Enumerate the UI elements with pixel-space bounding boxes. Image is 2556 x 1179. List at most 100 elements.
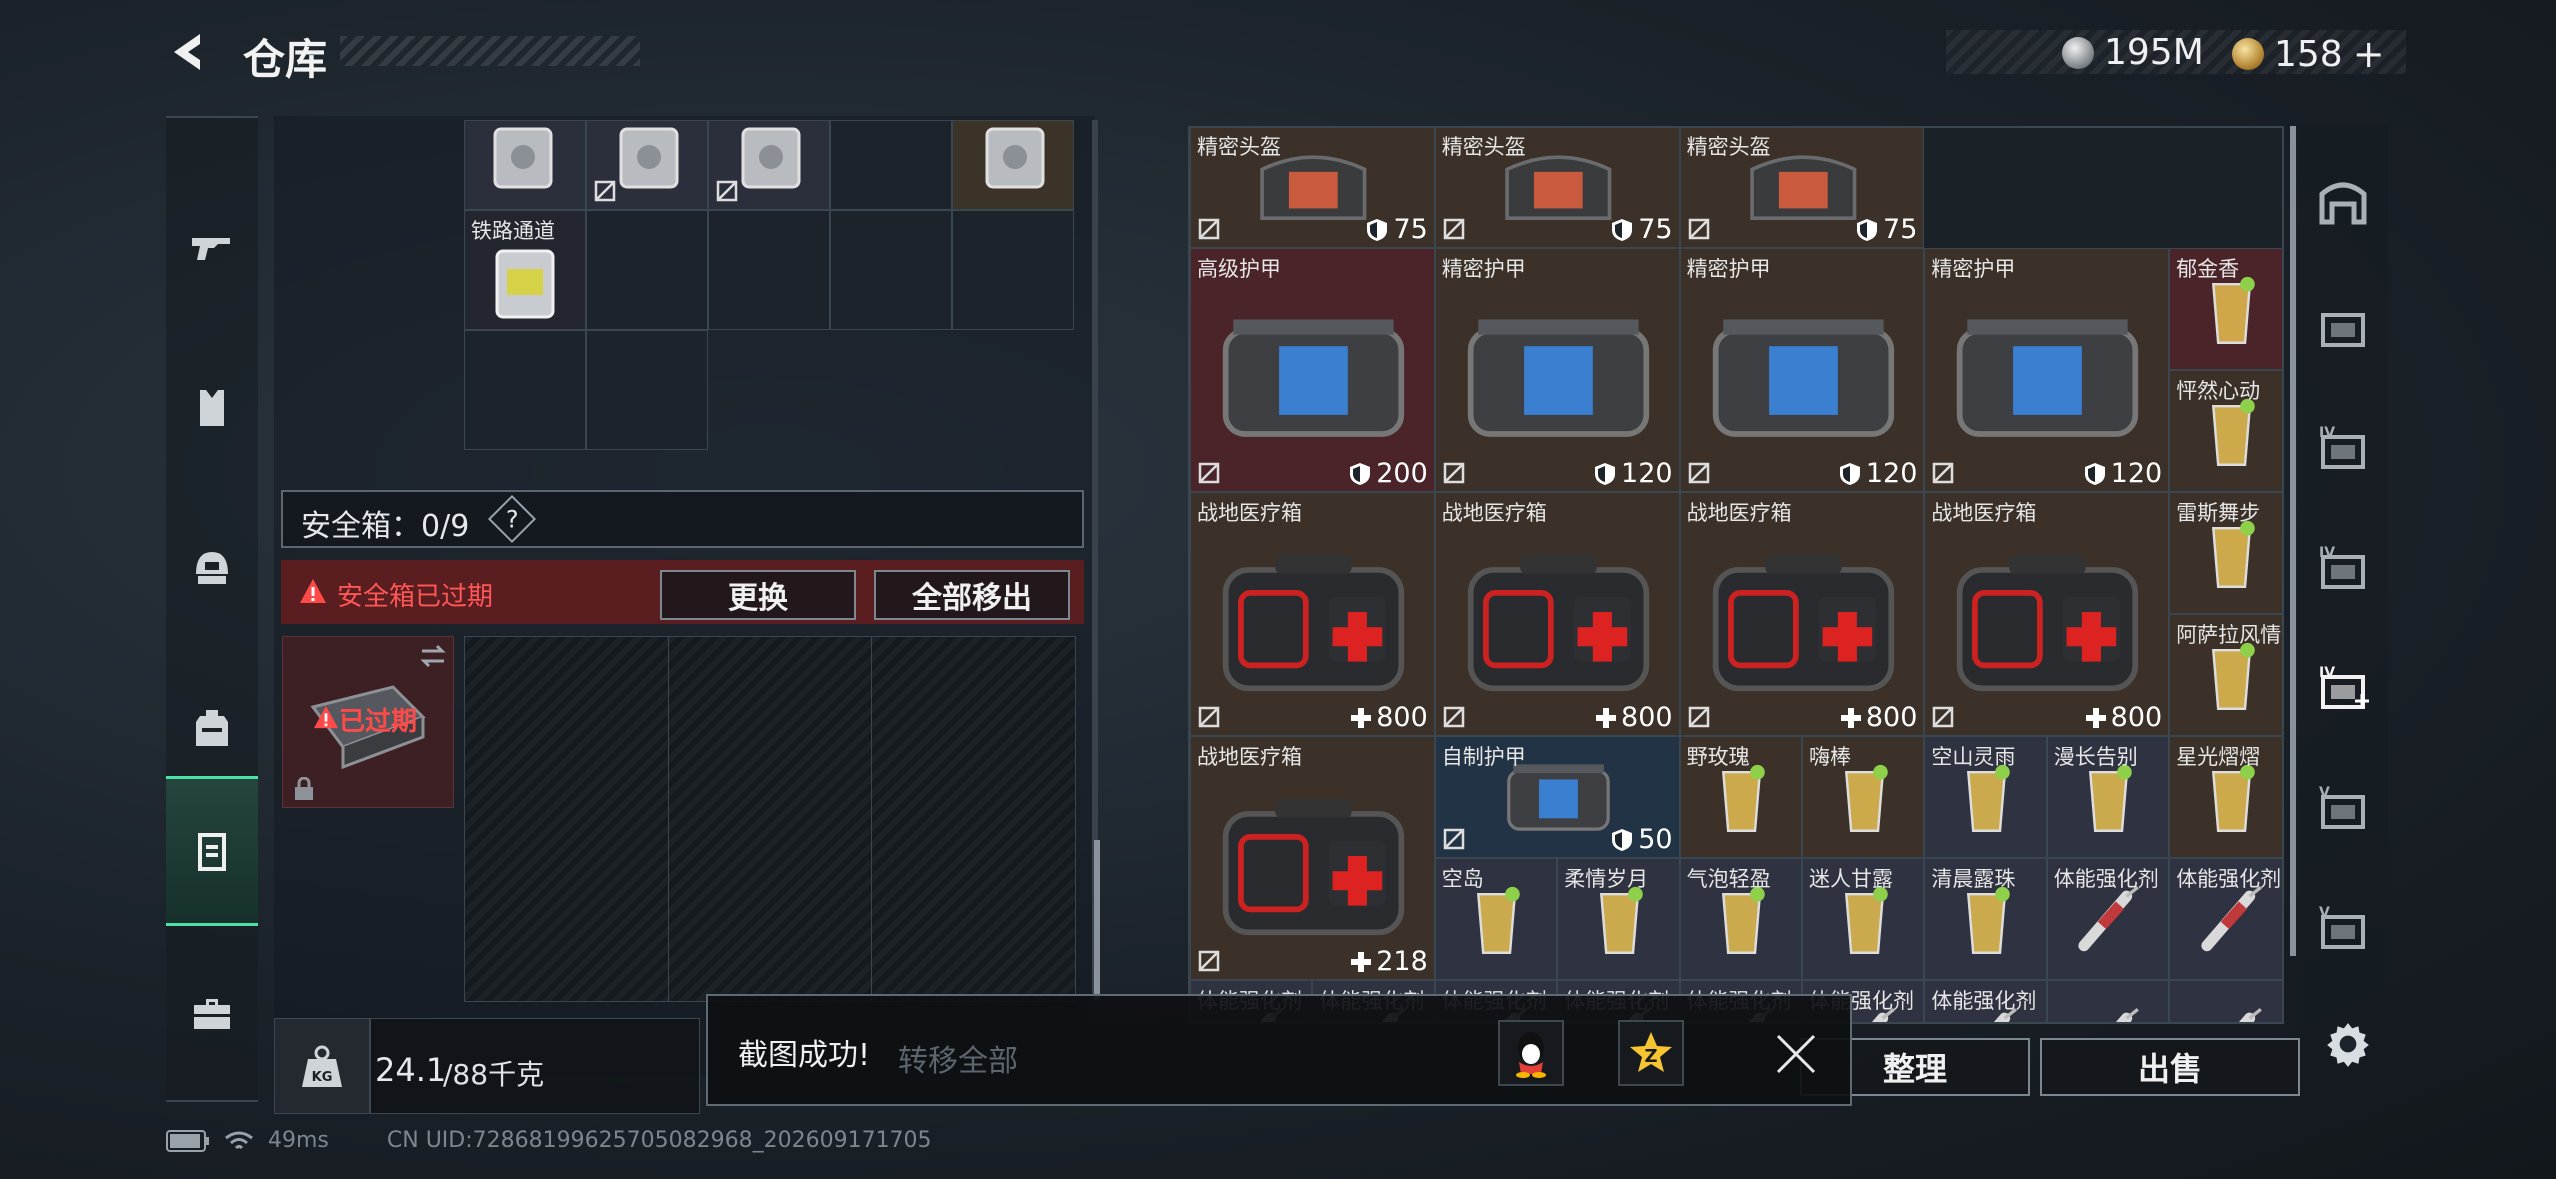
warehouse-scroll-thumb[interactable] — [2290, 126, 2296, 956]
warehouse-item[interactable]: 精密头盔 75 — [1190, 128, 1435, 248]
stash-item-railway[interactable]: 铁路通道 — [464, 210, 586, 330]
move-all-out-button[interactable]: 全部移出 — [874, 570, 1070, 620]
warehouse-item[interactable]: 郁金香 — [2169, 248, 2282, 370]
stash-tab-v-1-icon: V — [2315, 781, 2371, 841]
add-currency-icon[interactable]: + — [2353, 32, 2385, 76]
warehouse-item[interactable]: 自制护甲 50 — [1434, 736, 1680, 858]
swap-icon — [420, 644, 446, 668]
safebox-slot[interactable]: 已过期 — [282, 636, 454, 808]
gold-amount: 158 — [2274, 33, 2343, 75]
back-button[interactable] — [166, 28, 214, 76]
share-qq-button[interactable] — [1498, 1020, 1564, 1086]
warehouse-item[interactable]: 体能强化剂 — [1924, 980, 2047, 1022]
warehouse-item[interactable]: 漫长告别 — [2046, 736, 2170, 858]
no-trade-icon — [716, 180, 738, 202]
warehouse-item[interactable]: 战地医疗箱 800 — [1924, 492, 2170, 736]
warehouse-tab-2[interactable] — [2308, 294, 2378, 364]
warehouse-item[interactable] — [2169, 980, 2282, 1022]
stash-empty-cell[interactable] — [952, 210, 1074, 330]
warehouse-tab-6[interactable]: V — [2308, 776, 2378, 846]
warehouse-item[interactable]: 野玫瑰 — [1679, 736, 1802, 858]
warehouse-item[interactable]: 精密护甲 120 — [1924, 248, 2170, 492]
qzone-star-icon: Z — [1630, 1032, 1672, 1072]
warehouse-tab-3[interactable]: IV — [2308, 416, 2378, 486]
railway-key-icon — [495, 249, 555, 319]
expired-warning-text: 安全箱已过期 — [337, 582, 494, 612]
close-toast-button[interactable] — [1768, 1026, 1824, 1082]
stash-scroll-thumb[interactable] — [1094, 840, 1100, 1000]
warehouse-item[interactable]: 战地医疗箱 800 — [1434, 492, 1680, 736]
warehouse-tab-7[interactable]: V — [2308, 896, 2378, 966]
stash-item-3[interactable] — [708, 120, 830, 210]
stash-empty-cell[interactable] — [586, 210, 708, 330]
warehouse-item[interactable]: 清晨露珠 — [1924, 858, 2047, 980]
warehouse-item[interactable]: 精密头盔 75 — [1679, 128, 1925, 248]
stash-tab-icon — [2315, 299, 2371, 359]
warehouse-item[interactable]: 迷人甘露 — [1802, 858, 1925, 980]
warehouse-item[interactable]: 雷斯舞步 — [2169, 492, 2282, 614]
stash-empty-cell[interactable] — [830, 210, 952, 330]
gold-currency[interactable]: 158 + — [2232, 32, 2385, 76]
stash-empty-cell[interactable] — [586, 330, 708, 450]
help-icon[interactable]: ? — [487, 494, 537, 544]
warehouse-item[interactable]: 体能强化剂 — [2169, 858, 2282, 980]
close-icon — [1776, 1034, 1816, 1074]
stash-empty-cell[interactable] — [464, 330, 586, 450]
warehouse-item[interactable]: 空岛 — [1434, 858, 1558, 980]
sell-button[interactable]: 出售 — [2040, 1038, 2300, 1096]
svg-text:V: V — [2319, 905, 2330, 921]
briefcase-icon — [194, 999, 230, 1029]
warehouse-item[interactable]: 气泡轻盈 — [1679, 858, 1802, 980]
warning-icon — [314, 705, 338, 729]
no-trade-icon — [1688, 706, 1709, 728]
expired-label: 已过期 — [339, 707, 418, 737]
stash-empty-cell[interactable] — [830, 120, 952, 210]
keycard-icon — [493, 127, 553, 189]
warehouse-tab-4[interactable]: IV — [2308, 536, 2378, 606]
nav-weapons[interactable] — [166, 173, 258, 323]
no-trade-icon — [1443, 828, 1465, 850]
nav-safebox[interactable] — [166, 776, 258, 926]
warehouse-tab-1[interactable] — [2308, 168, 2378, 238]
settings-button[interactable] — [2320, 1016, 2376, 1072]
item-name: 战地医疗箱 — [1197, 501, 1302, 525]
replace-button[interactable]: 更换 — [660, 570, 856, 620]
home-safe-icon — [2316, 174, 2370, 232]
warehouse-item[interactable]: 精密头盔 75 — [1434, 128, 1680, 248]
warehouse-item[interactable]: 柔情岁月 — [1557, 858, 1680, 980]
warehouse-tabs: IV IV IV V V — [2298, 126, 2388, 1026]
item-name: 空山灵雨 — [1931, 745, 2016, 769]
no-trade-icon — [1688, 218, 1709, 240]
nav-helmet[interactable] — [166, 493, 258, 643]
stash-item-2[interactable] — [586, 120, 708, 210]
warehouse-item[interactable]: 怦然心动 — [2169, 370, 2282, 492]
warehouse-item[interactable] — [2046, 980, 2170, 1022]
warehouse-item[interactable]: 精密护甲 120 — [1434, 248, 1680, 492]
safebox-grid[interactable] — [464, 636, 1076, 1002]
warehouse-item[interactable]: 战地医疗箱 218 — [1190, 736, 1435, 980]
stash-item-1[interactable] — [464, 120, 586, 210]
stash-item-4[interactable] — [952, 120, 1074, 210]
syringe-icon — [2170, 991, 2282, 1022]
nav-vest[interactable] — [166, 333, 258, 483]
no-trade-icon — [1443, 706, 1465, 728]
warehouse-item[interactable]: 星光熠熠 — [2169, 736, 2282, 858]
warehouse-item[interactable]: 战地医疗箱 800 — [1190, 492, 1435, 736]
no-trade-icon — [1198, 462, 1220, 484]
currency-bar: 195M 158 + — [1946, 30, 2406, 76]
warehouse-item[interactable]: 高级护甲 200 — [1190, 248, 1435, 492]
warehouse-item[interactable]: 嗨棒 — [1802, 736, 1925, 858]
stash-empty-cell[interactable] — [708, 210, 830, 330]
page-title: 仓库 — [243, 35, 328, 84]
no-trade-icon — [1198, 950, 1220, 972]
warehouse-tab-5[interactable]: IV — [2308, 656, 2378, 726]
item-name: 战地医疗箱 — [1441, 501, 1547, 525]
item-name: 精密护甲 — [1686, 257, 1771, 281]
nav-briefcase[interactable] — [166, 938, 258, 1088]
warehouse-item[interactable]: 战地医疗箱 800 — [1679, 492, 1925, 736]
warehouse-item[interactable]: 体能强化剂 — [2046, 858, 2170, 980]
share-qzone-button[interactable]: Z — [1618, 1020, 1684, 1086]
warehouse-item[interactable]: 空山灵雨 — [1924, 736, 2047, 858]
warehouse-item[interactable]: 精密护甲 120 — [1679, 248, 1925, 492]
warehouse-item[interactable]: 阿萨拉风情 — [2169, 614, 2282, 736]
